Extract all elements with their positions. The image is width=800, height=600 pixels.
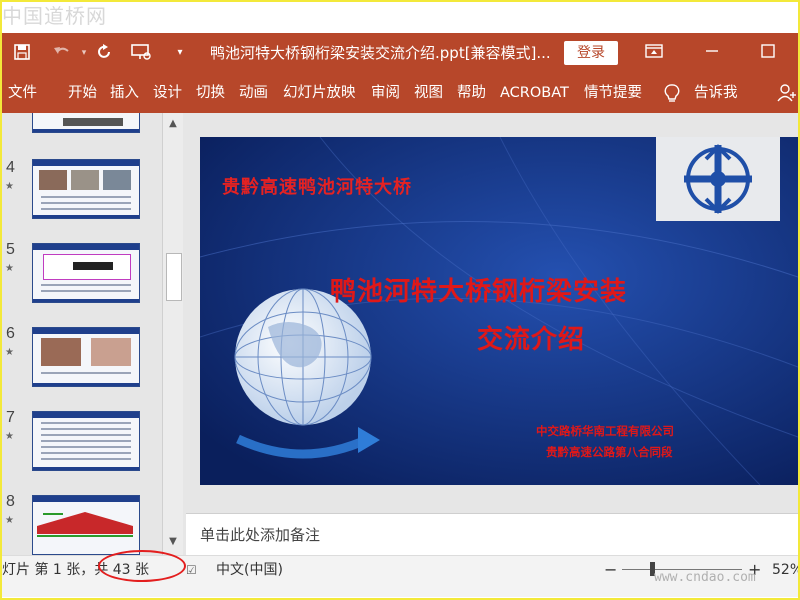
undo-dropdown-icon[interactable]: ▾ [74, 43, 94, 63]
tab-animations[interactable]: 动画 [239, 73, 268, 113]
thumbnail-scrollbar[interactable]: ▲ ▼ [162, 113, 183, 555]
animation-star-icon: ★ [5, 515, 14, 526]
title-bar: ▾ ▾ 鸭池河特大桥钢桁梁安装交流介绍.ppt[兼容模式]... 登录 [2, 33, 798, 73]
slide-subtitle: 贵黔高速鸭池河特大桥 [222, 177, 412, 198]
tell-me-search[interactable]: 告诉我 [694, 73, 738, 113]
share-icon[interactable] [776, 73, 798, 113]
slide-title-line1: 鸭池河特大桥钢桁梁安装 [330, 277, 628, 307]
notes-pane[interactable]: 单击此处添加备注 [186, 513, 798, 556]
save-icon[interactable] [12, 43, 32, 63]
watermark-top: 中国道桥网 [2, 4, 107, 28]
notes-placeholder[interactable]: 单击此处添加备注 [200, 514, 320, 556]
slide-thumbnail[interactable] [32, 159, 140, 219]
tab-transitions[interactable]: 切换 [196, 73, 225, 113]
slide-thumbnail[interactable] [32, 327, 140, 387]
thumbnail-number: 7 [6, 409, 15, 426]
animation-star-icon: ★ [5, 263, 14, 274]
thumbnail-number: 4 [6, 159, 15, 176]
document-title: 鸭池河特大桥钢桁梁安装交流介绍.ppt[兼容模式]... [210, 44, 551, 62]
slide-thumbnail[interactable] [32, 411, 140, 471]
slide-org-line1: 中交路桥华南工程有限公司 [536, 424, 674, 438]
tab-help[interactable]: 帮助 [457, 73, 486, 113]
slide-editor: 贵黔高速鸭池河特大桥 鸭池河特大桥钢桁梁安装 交流介绍 中交路桥华南工程有限公司… [186, 113, 798, 555]
animation-star-icon: ★ [5, 181, 14, 192]
slide-thumbnail[interactable] [32, 243, 140, 303]
thumbnail-number: 8 [6, 493, 15, 510]
slide-thumbnail[interactable] [32, 113, 140, 133]
slide-title-line2: 交流介绍 [477, 325, 586, 355]
thumbnail-number: 6 [6, 325, 15, 342]
slide-org-line2: 贵黔高速公路第八合同段 [546, 445, 673, 459]
tab-slideshow[interactable]: 幻灯片放映 [283, 73, 356, 113]
minimize-icon[interactable] [702, 43, 722, 63]
login-button[interactable]: 登录 [564, 41, 618, 65]
language-indicator[interactable]: 中文(中国) [216, 556, 283, 584]
tab-insert[interactable]: 插入 [110, 73, 139, 113]
tab-view[interactable]: 视图 [414, 73, 443, 113]
spellcheck-icon[interactable]: ☑ [186, 556, 197, 584]
tab-home[interactable]: 开始 [68, 73, 97, 113]
slideshow-icon[interactable] [130, 43, 151, 63]
watermark-bottom: www.cndao.com [654, 570, 756, 585]
tab-storyboarding[interactable]: 情节提要 [584, 73, 642, 113]
highlight-circle [98, 550, 186, 582]
zoom-out-icon[interactable]: − [604, 558, 617, 582]
tab-review[interactable]: 审阅 [371, 73, 400, 113]
undo-icon[interactable] [52, 43, 72, 63]
company-logo [656, 137, 780, 221]
scroll-thumb[interactable] [166, 253, 182, 301]
animation-star-icon: ★ [5, 431, 14, 442]
customize-toolbar-icon[interactable]: ▾ [170, 43, 190, 63]
tab-acrobat[interactable]: ACROBAT [500, 73, 569, 113]
thumbnail-pane[interactable]: 4 ★ 5 ★ 6 ★ 7 ★ 8 ★ [2, 113, 186, 555]
redo-icon[interactable] [94, 43, 114, 63]
scroll-down-icon[interactable]: ▼ [163, 533, 183, 551]
zoom-level[interactable]: 52% [772, 556, 800, 584]
current-slide[interactable]: 贵黔高速鸭池河特大桥 鸭池河特大桥钢桁梁安装 交流介绍 中交路桥华南工程有限公司… [200, 137, 798, 485]
ribbon-display-options-icon[interactable] [644, 43, 664, 63]
scroll-up-icon[interactable]: ▲ [163, 115, 183, 133]
animation-star-icon: ★ [5, 347, 14, 358]
tab-file[interactable]: 文件 [8, 73, 37, 113]
maximize-icon[interactable] [758, 43, 778, 63]
tab-design[interactable]: 设计 [153, 73, 182, 113]
lightbulb-icon[interactable] [664, 73, 680, 113]
thumbnail-number: 5 [6, 241, 15, 258]
slide-thumbnail[interactable] [32, 495, 140, 555]
ribbon-tabs: 文件 开始 插入 设计 切换 动画 幻灯片放映 审阅 视图 帮助 ACROBAT… [2, 73, 798, 113]
